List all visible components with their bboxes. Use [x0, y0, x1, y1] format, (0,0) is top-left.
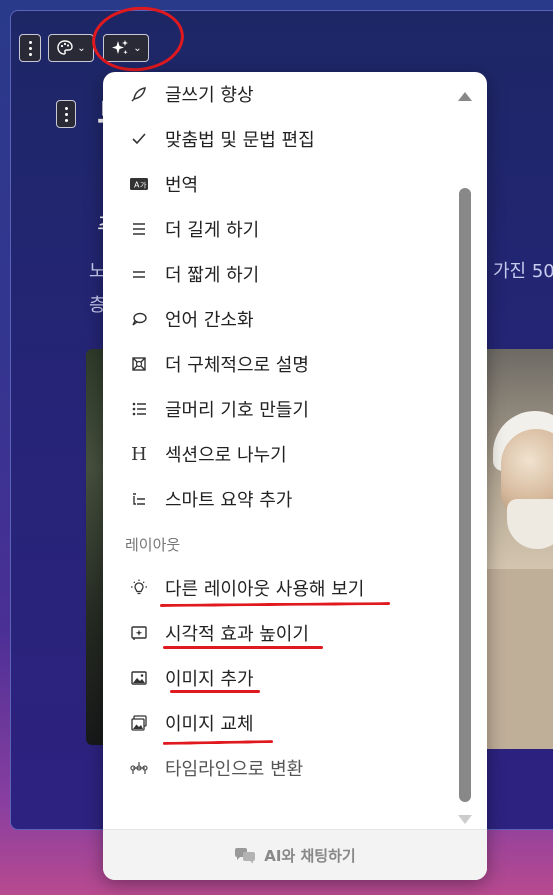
chat-label: AI와 채팅하기	[264, 846, 356, 865]
menu-item-smart-summary[interactable]: 스마트 요약 추가	[103, 477, 453, 521]
menu-item-label: 이미지 교체	[165, 714, 254, 735]
lightbulb-icon	[128, 577, 150, 599]
image-replace-icon	[128, 712, 150, 734]
bullet-list-icon	[128, 398, 150, 420]
vertical-dots-icon	[28, 39, 32, 57]
menu-item-label: 시각적 효과 높이기	[165, 624, 309, 645]
focus-icon	[128, 353, 150, 375]
menu-item-replace-image[interactable]: 이미지 교체	[103, 701, 453, 745]
more-options-button[interactable]	[19, 34, 41, 62]
heading-icon: H	[131, 443, 147, 465]
lines-expand-icon	[128, 218, 150, 240]
scrollbar-thumb[interactable]	[459, 188, 471, 802]
menu-item-label: 스마트 요약 추가	[165, 490, 293, 511]
menu-item-label: 더 길게 하기	[165, 220, 260, 241]
speech-bubble-icon	[128, 308, 150, 330]
menu-item-label: 언어 간소화	[165, 310, 254, 331]
menu-item-label: 글머리 기호 만들기	[165, 400, 309, 421]
menu-item-add-image[interactable]: 이미지 추가	[103, 656, 453, 700]
menu-item-label: 이미지 추가	[165, 669, 254, 690]
svg-text:가: 가	[140, 181, 147, 190]
checkmark-icon	[128, 128, 150, 150]
translate-icon: A가	[128, 173, 150, 195]
slide-image-elderly-man[interactable]	[477, 349, 553, 749]
feather-pen-icon	[128, 83, 150, 105]
sparkle-image-icon	[128, 622, 150, 644]
menu-item-improve-writing[interactable]: 글쓰기 향상	[103, 72, 453, 116]
menu-item-make-shorter[interactable]: 더 짧게 하기	[103, 252, 453, 296]
menu-item-bullets[interactable]: 글머리 기호 만들기	[103, 387, 453, 431]
slide-body-line-end: 가진 50	[493, 261, 553, 282]
menu-item-make-longer[interactable]: 더 길게 하기	[103, 207, 453, 251]
ai-actions-menu: 글쓰기 향상 맞춤법 및 문법 편집 A가 번역 더 길게 하기 더 짧게 하기…	[103, 72, 487, 880]
menu-item-label: 번역	[165, 175, 199, 196]
vertical-dots-icon	[64, 105, 68, 123]
chat-with-ai-button[interactable]: AI와 채팅하기	[103, 829, 487, 880]
theme-button[interactable]: ⌄	[48, 34, 94, 62]
timeline-icon	[128, 757, 150, 779]
section-header-layout: 레이아웃	[125, 536, 181, 554]
menu-item-split-sections[interactable]: H 섹션으로 나누기	[103, 432, 453, 476]
summary-list-icon	[128, 488, 150, 510]
menu-item-simplify-language[interactable]: 언어 간소화	[103, 297, 453, 341]
menu-item-convert-timeline[interactable]: 타임라인으로 변환	[103, 746, 453, 790]
scroll-up-arrow-icon[interactable]	[458, 92, 472, 101]
image-icon	[128, 667, 150, 689]
menu-item-explain-specifically[interactable]: 더 구체적으로 설명	[103, 342, 453, 386]
menu-item-label: 더 짧게 하기	[165, 265, 260, 286]
annotation-underline	[163, 646, 323, 649]
menu-item-translate[interactable]: A가 번역	[103, 162, 453, 206]
palette-icon	[57, 40, 73, 55]
menu-item-label: 다른 레이아웃 사용해 보기	[165, 579, 365, 600]
chat-bubbles-icon	[235, 848, 256, 864]
menu-item-label: 섹션으로 나누기	[165, 445, 287, 466]
annotation-underline	[170, 690, 260, 693]
menu-item-label: 타임라인으로 변환	[165, 759, 304, 780]
menu-item-label: 더 구체적으로 설명	[165, 355, 309, 376]
menu-item-label: 글쓰기 향상	[165, 85, 254, 106]
menu-scrollbar[interactable]	[457, 82, 473, 824]
lines-shorten-icon	[128, 263, 150, 285]
menu-item-proofread[interactable]: 맞춤법 및 문법 편집	[103, 117, 453, 161]
menu-item-label: 맞춤법 및 문법 편집	[165, 130, 315, 151]
scroll-down-arrow-icon[interactable]	[458, 815, 472, 824]
chevron-down-icon: ⌄	[77, 42, 86, 54]
section-options-button[interactable]	[56, 100, 76, 128]
